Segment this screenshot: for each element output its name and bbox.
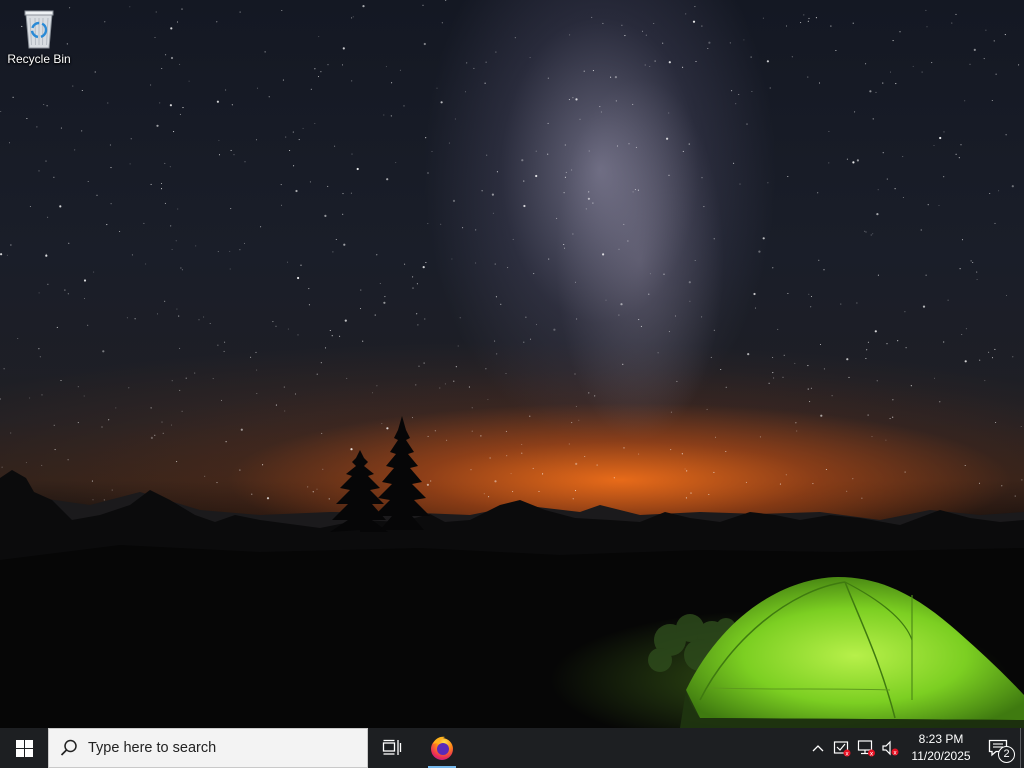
network-tray-button[interactable]: x [854, 728, 878, 768]
volume-muted-icon: x [882, 740, 899, 756]
windows-logo-icon [15, 739, 33, 757]
action-center-button[interactable]: 2 [976, 728, 1020, 768]
taskbar-clock[interactable]: 8:23 PM 11/20/2025 [906, 728, 976, 768]
svg-text:x: x [870, 750, 874, 757]
clock-time: 8:23 PM [918, 732, 964, 746]
taskbar-search-box[interactable] [48, 728, 368, 768]
search-input[interactable] [88, 740, 348, 756]
recycle-bin-icon [24, 10, 54, 49]
pine-trees [330, 416, 430, 532]
task-view-button[interactable] [368, 728, 416, 768]
firefox-icon [431, 736, 453, 760]
svg-text:x: x [845, 750, 849, 757]
taskbar: x x x 8:23 PM 11/20/2025 [0, 728, 1024, 768]
svg-text:x: x [893, 749, 897, 756]
chevron-up-icon [812, 745, 824, 752]
security-alert-icon: x [833, 741, 851, 757]
task-view-icon [382, 739, 402, 755]
search-icon [60, 739, 77, 756]
desktop[interactable]: Recycle Bin [0, 0, 1024, 728]
system-tray: x x x 8:23 PM 11/20/2025 2 [806, 728, 1024, 768]
wallpaper-landscape [0, 416, 1024, 728]
show-desktop-button[interactable] [1020, 728, 1024, 768]
taskbar-app-firefox[interactable] [418, 728, 466, 768]
notification-count-badge: 2 [998, 746, 1015, 763]
desktop-icon-recycle-bin[interactable]: Recycle Bin [4, 6, 74, 76]
start-button[interactable] [0, 728, 48, 768]
show-hidden-icons-button[interactable] [806, 728, 830, 768]
desktop-icon-label: Recycle Bin [7, 52, 71, 66]
clock-date: 11/20/2025 [911, 749, 971, 763]
network-disconnected-icon: x [857, 740, 875, 757]
security-tray-button[interactable]: x [830, 728, 854, 768]
volume-tray-button[interactable]: x [878, 728, 902, 768]
